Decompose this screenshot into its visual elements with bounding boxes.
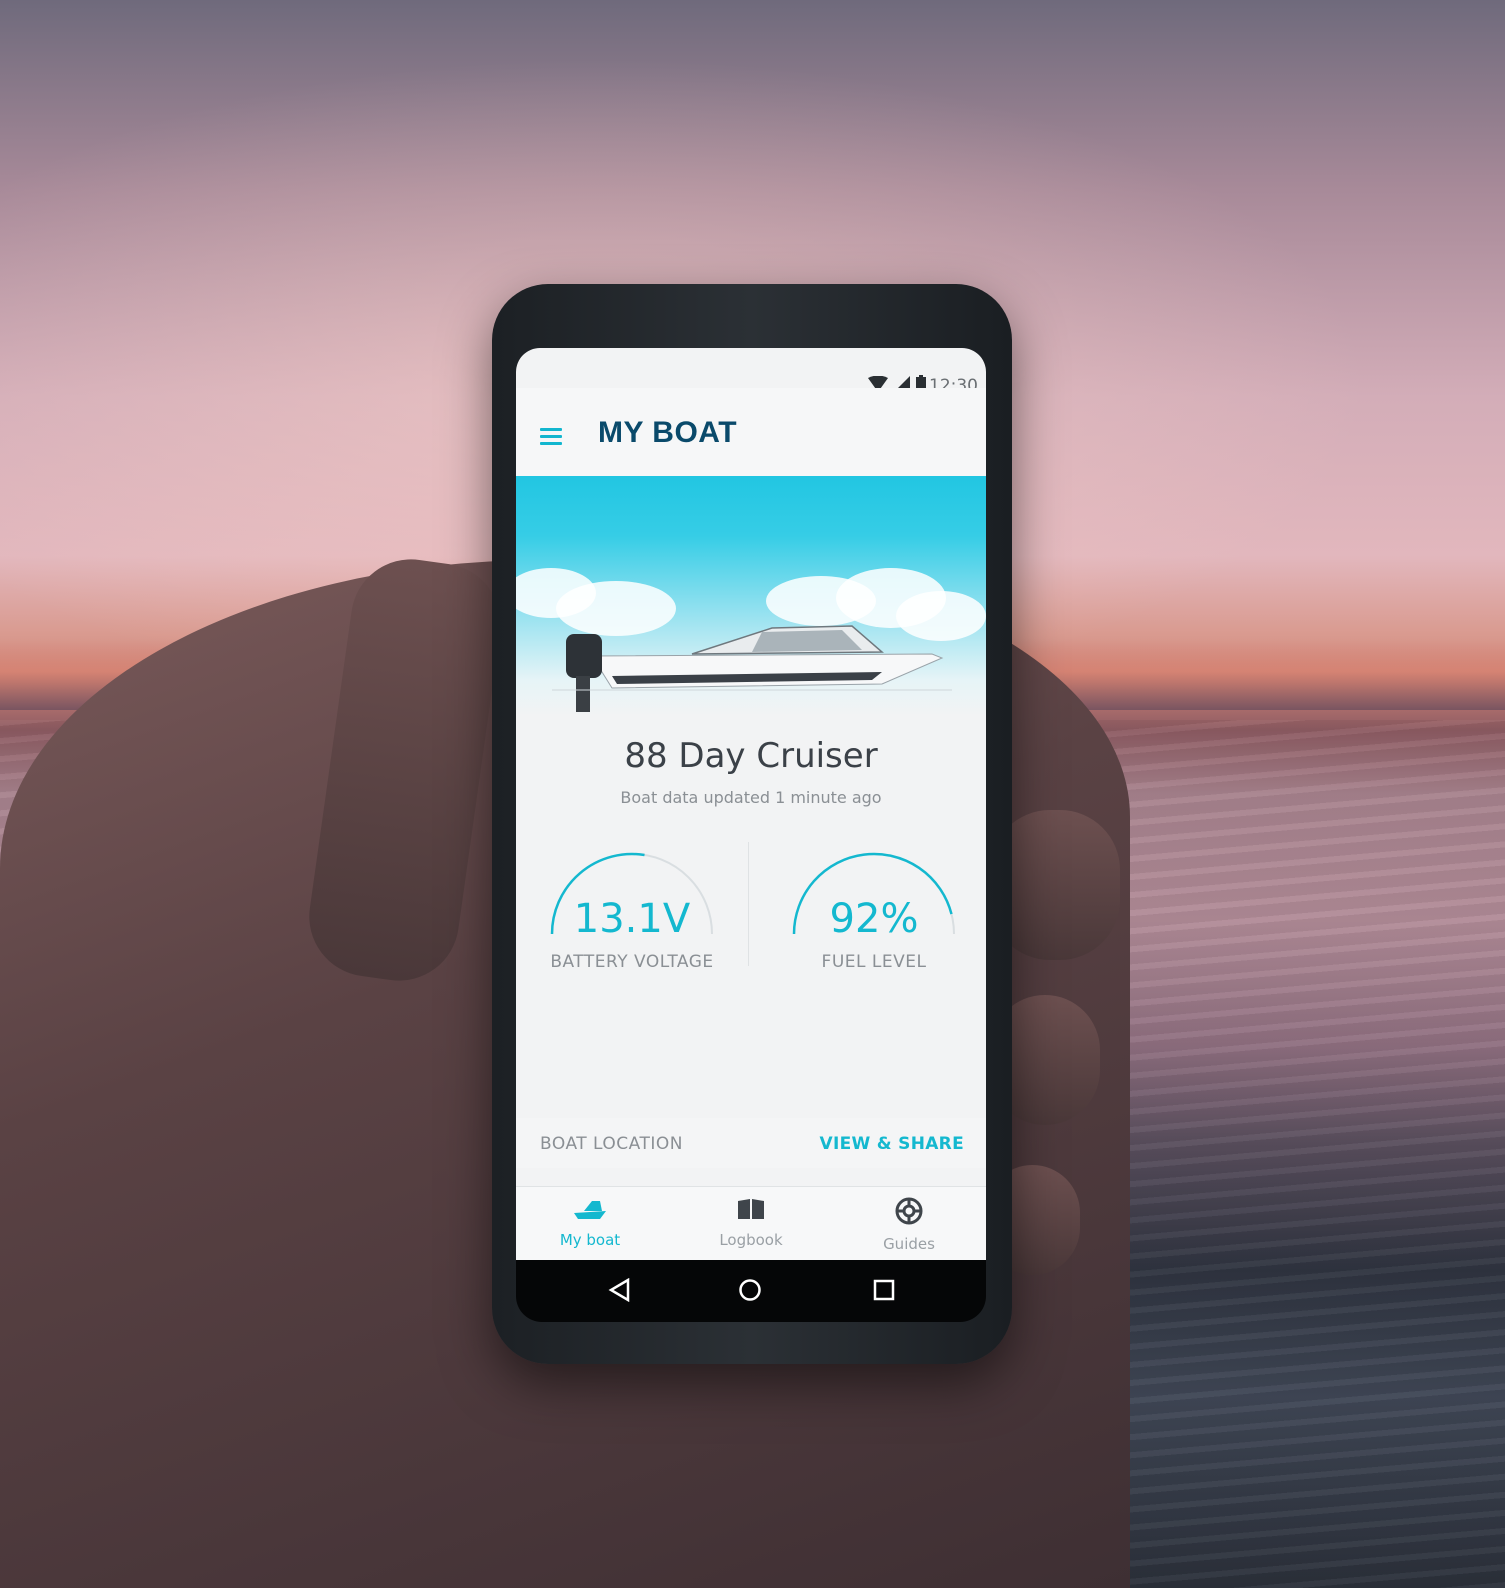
battery-voltage-gauge: 13.1V BATTERY VOLTAGE — [532, 844, 732, 984]
app-bar: MY BOAT — [516, 388, 986, 477]
battery-voltage-value: 13.1V — [573, 896, 691, 942]
menu-icon[interactable] — [540, 428, 562, 445]
back-icon[interactable] — [608, 1278, 630, 1302]
status-bar: 12:30 — [516, 348, 986, 396]
fuel-level-label: FUEL LEVEL — [821, 952, 927, 972]
fuel-level-gauge: 92% FUEL LEVEL — [774, 844, 974, 984]
gauge-divider — [748, 842, 749, 966]
nav-item-logbook[interactable]: Logbook — [691, 1197, 811, 1249]
view-share-button[interactable]: VIEW & SHARE — [820, 1134, 964, 1154]
boat-name: 88 Day Cruiser — [624, 736, 878, 776]
boat-updated-text: Boat data updated 1 minute ago — [620, 788, 882, 807]
battery-voltage-label: BATTERY VOLTAGE — [550, 952, 714, 972]
boat-icon — [574, 1201, 606, 1219]
book-icon — [738, 1199, 764, 1219]
boat-location-label: BOAT LOCATION — [540, 1134, 683, 1154]
page-title: MY BOAT — [598, 416, 738, 449]
nav-item-guides[interactable]: Guides — [849, 1197, 969, 1253]
system-navigation-bar — [516, 1260, 986, 1322]
lifebuoy-icon — [895, 1197, 923, 1225]
fuel-level-value: 92% — [829, 896, 919, 942]
boat-hero-image — [516, 476, 986, 716]
nav-label-logbook: Logbook — [719, 1231, 783, 1249]
nav-item-my-boat[interactable]: My boat — [530, 1197, 650, 1249]
home-icon[interactable] — [738, 1278, 762, 1302]
boat-illustration — [552, 625, 952, 712]
bottom-navigation: My boat Logbook Guides — [516, 1186, 986, 1260]
recents-icon[interactable] — [872, 1278, 896, 1302]
boat-location-row: BOAT LOCATION VIEW & SHARE — [516, 1118, 986, 1168]
phone-screen: 12:30 MY BOAT 88 Day Cruiser Boat data u… — [516, 348, 986, 1260]
nav-label-my-boat: My boat — [559, 1231, 621, 1249]
nav-label-guides: Guides — [883, 1235, 935, 1253]
